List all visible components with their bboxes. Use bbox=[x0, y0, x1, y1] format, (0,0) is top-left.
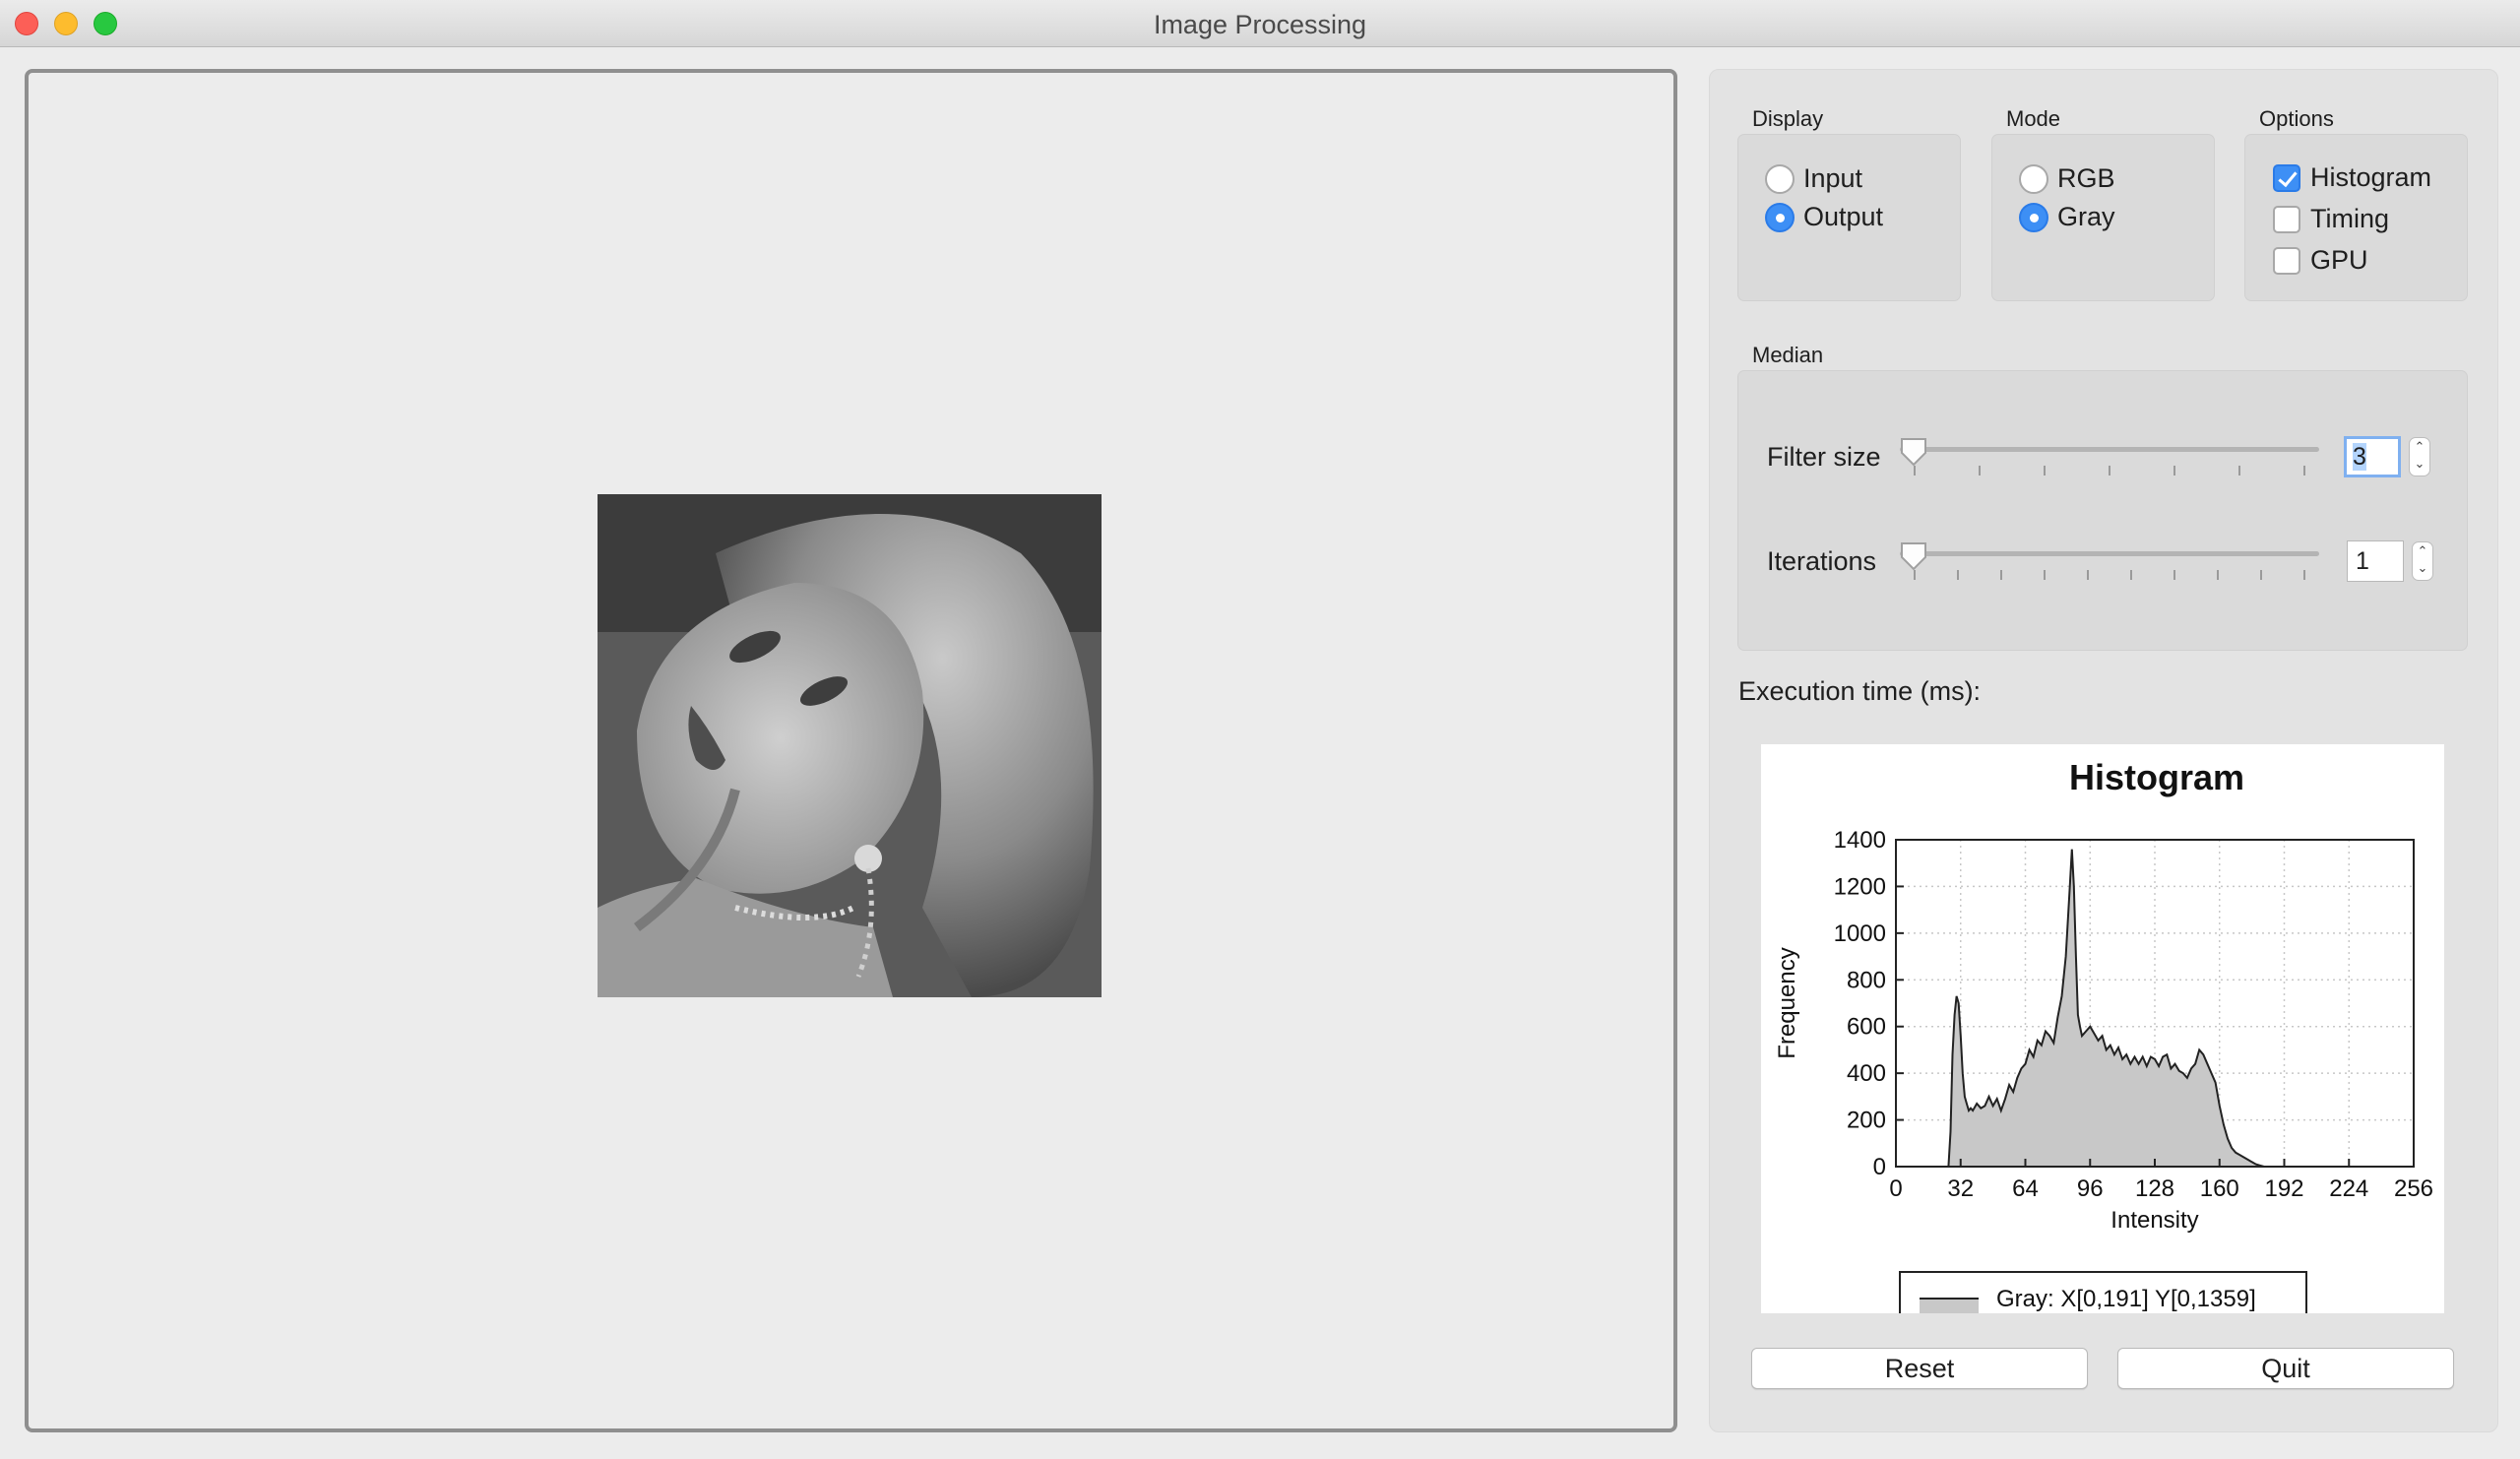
y-tick-label: 1400 bbox=[1834, 827, 1886, 854]
checkbox-checked-icon bbox=[2273, 163, 2300, 192]
filter-size-input[interactable]: 3 bbox=[2344, 436, 2401, 477]
display-group-label: Display bbox=[1752, 106, 1824, 131]
radio-selected-icon bbox=[2019, 202, 2048, 232]
y-tick-label: 400 bbox=[1847, 1060, 1886, 1087]
x-tick-label: 32 bbox=[1947, 1175, 1974, 1202]
gpu-label: GPU bbox=[2310, 245, 2368, 275]
slider-thumb-icon[interactable] bbox=[1899, 540, 1928, 572]
title-bar: Image Processing bbox=[0, 0, 2520, 47]
legend-swatch bbox=[1920, 1299, 1979, 1318]
histogram-area bbox=[1896, 849, 2414, 1167]
y-tick-label: 600 bbox=[1847, 1014, 1886, 1041]
filter-size-spinbox[interactable]: 3 ⌃ ⌄ bbox=[2344, 436, 2430, 477]
timing-checkbox[interactable]: Timing bbox=[2273, 204, 2389, 234]
x-tick-label: 224 bbox=[2329, 1175, 2368, 1202]
x-tick-label: 64 bbox=[2012, 1175, 2039, 1202]
checkbox-unchecked-icon bbox=[2273, 246, 2300, 275]
slider-thumb-icon[interactable] bbox=[1899, 436, 1928, 468]
y-tick-label: 1000 bbox=[1834, 920, 1886, 947]
filter-size-slider[interactable] bbox=[1900, 447, 2319, 452]
median-group-label: Median bbox=[1752, 343, 1824, 367]
display-output-radio[interactable]: Output bbox=[1765, 202, 1883, 232]
x-axis-label: Intensity bbox=[2110, 1207, 2198, 1234]
y-tick-label: 1200 bbox=[1834, 873, 1886, 900]
histogram-plot: Histogram 0 32 64 96 128 160 192 224 256 0 200 400 60… bbox=[1761, 744, 2444, 1332]
checkbox-unchecked-icon bbox=[2273, 205, 2300, 233]
filter-size-label: Filter size bbox=[1767, 442, 1881, 472]
up-down-chevron-icon[interactable]: ⌃ ⌄ bbox=[2409, 437, 2430, 476]
image-canvas bbox=[25, 69, 1677, 1432]
reset-button[interactable]: Reset bbox=[1751, 1348, 2088, 1389]
execution-time-label: Execution time (ms): bbox=[1738, 676, 1982, 706]
mode-gray-radio[interactable]: Gray bbox=[2019, 202, 2115, 232]
histogram-chart: Histogram 0 32 64 96 128 160 192 224 256 0 200 400 60… bbox=[1774, 757, 2433, 1332]
y-tick-label: 800 bbox=[1847, 967, 1886, 993]
iterations-slider[interactable] bbox=[1900, 551, 2319, 556]
chart-title: Histogram bbox=[2069, 757, 2244, 797]
x-tick-label: 0 bbox=[1889, 1175, 1902, 1202]
legend-label: Gray: X[0,191] Y[0,1359] bbox=[1996, 1286, 2256, 1312]
mode-group-label: Mode bbox=[2006, 106, 2061, 131]
x-tick-label: 96 bbox=[2077, 1175, 2104, 1202]
filter-size-ticks bbox=[1914, 466, 2307, 476]
up-down-chevron-icon[interactable]: ⌃ ⌄ bbox=[2412, 541, 2433, 581]
x-tick-label: 192 bbox=[2264, 1175, 2303, 1202]
display-input-label: Input bbox=[1803, 163, 1863, 193]
timing-label: Timing bbox=[2310, 204, 2390, 233]
x-tick-label: 160 bbox=[2200, 1175, 2239, 1202]
median-group bbox=[1737, 370, 2468, 651]
iterations-input[interactable]: 1 bbox=[2347, 540, 2404, 582]
histogram-checkbox[interactable]: Histogram bbox=[2273, 162, 2431, 193]
histogram-label: Histogram bbox=[2310, 162, 2432, 192]
radio-selected-icon bbox=[1765, 202, 1795, 232]
iterations-label: Iterations bbox=[1767, 546, 1877, 576]
gpu-checkbox[interactable]: GPU bbox=[2273, 245, 2368, 276]
x-tick-label: 128 bbox=[2135, 1175, 2174, 1202]
mode-rgb-radio[interactable]: RGB bbox=[2019, 163, 2115, 194]
output-image bbox=[598, 494, 1102, 997]
radio-unselected-icon bbox=[1765, 163, 1795, 194]
y-tick-label: 0 bbox=[1873, 1154, 1886, 1180]
mode-gray-label: Gray bbox=[2057, 202, 2115, 231]
radio-unselected-icon bbox=[2019, 163, 2048, 194]
y-tick-label: 200 bbox=[1847, 1108, 1886, 1134]
window-title: Image Processing bbox=[1153, 10, 1367, 39]
iterations-ticks bbox=[1914, 570, 2307, 580]
display-output-label: Output bbox=[1803, 202, 1884, 231]
mode-rgb-label: RGB bbox=[2057, 163, 2115, 193]
y-axis-label: Frequency bbox=[1774, 947, 1800, 1058]
iterations-spinbox[interactable]: 1 ⌃ ⌄ bbox=[2347, 540, 2433, 582]
options-group-label: Options bbox=[2259, 106, 2334, 131]
x-tick-label: 256 bbox=[2394, 1175, 2433, 1202]
display-input-radio[interactable]: Input bbox=[1765, 163, 1862, 194]
quit-button[interactable]: Quit bbox=[2117, 1348, 2454, 1389]
